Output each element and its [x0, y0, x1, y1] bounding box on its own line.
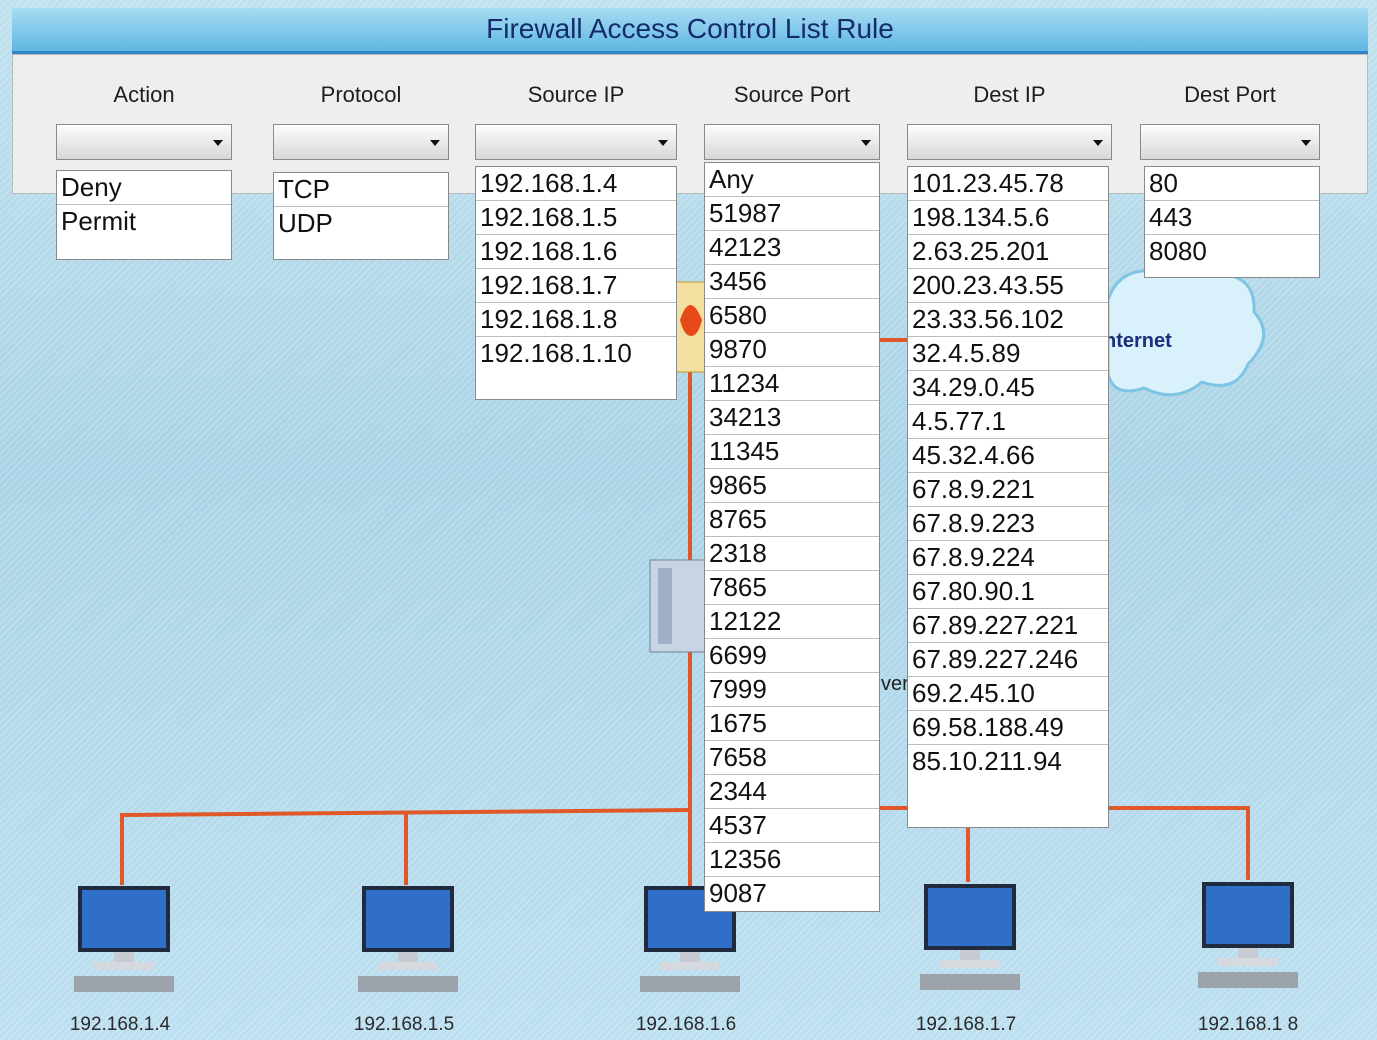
dest-ip-option[interactable]: 67.80.90.1: [908, 575, 1108, 609]
dest-ip-option[interactable]: 67.8.9.224: [908, 541, 1108, 575]
dest-ip-option[interactable]: 67.8.9.221: [908, 473, 1108, 507]
source-ip-option[interactable]: 192.168.1.7: [476, 269, 676, 303]
source-ip-header: Source IP: [527, 82, 625, 107]
firewall-icon: [675, 281, 707, 373]
dest-ip-option[interactable]: 23.33.56.102: [908, 303, 1108, 337]
computer-1-icon: [74, 886, 174, 992]
source-port-option[interactable]: 6699: [705, 639, 879, 673]
source-port-options: Any 51987 42123 3456 6580 9870 11234 342…: [704, 162, 880, 912]
source-port-header: Source Port: [733, 82, 851, 107]
internet-cloud-label: nternet: [1104, 330, 1172, 352]
source-ip-options: 192.168.1.4 192.168.1.5 192.168.1.6 192.…: [475, 166, 677, 400]
dest-ip-option[interactable]: 198.134.5.6: [908, 201, 1108, 235]
source-ip-dropdown[interactable]: [475, 124, 677, 160]
protocol-option[interactable]: TCP: [274, 173, 448, 207]
dest-ip-option[interactable]: 67.89.227.221: [908, 609, 1108, 643]
computer-1-label: 192.168.1.4: [69, 1014, 171, 1035]
source-port-option[interactable]: Any: [705, 163, 879, 197]
source-ip-option[interactable]: 192.168.1.4: [476, 167, 676, 201]
source-port-option[interactable]: 11234: [705, 367, 879, 401]
dest-ip-option[interactable]: 101.23.45.78: [908, 167, 1108, 201]
dest-ip-option[interactable]: 85.10.211.94: [908, 745, 1108, 779]
dest-ip-option[interactable]: 67.89.227.246: [908, 643, 1108, 677]
dest-ip-option[interactable]: 45.32.4.66: [908, 439, 1108, 473]
source-port-option[interactable]: 2318: [705, 537, 879, 571]
cloud-icon: [1106, 261, 1266, 397]
source-port-option[interactable]: 12122: [705, 605, 879, 639]
computer-2-icon: [358, 886, 458, 992]
source-port-option[interactable]: 42123: [705, 231, 879, 265]
dest-port-option[interactable]: 443: [1145, 201, 1319, 235]
source-port-option[interactable]: 9865: [705, 469, 879, 503]
dest-ip-header: Dest IP: [973, 82, 1046, 107]
computer-5-icon: [1198, 882, 1298, 988]
chevron-down-icon: [658, 140, 668, 146]
action-header: Action: [113, 82, 175, 107]
dest-port-options: 80 443 8080: [1144, 166, 1320, 278]
protocol-options: TCP UDP: [273, 172, 449, 260]
dest-port-dropdown[interactable]: [1140, 124, 1320, 160]
dest-ip-option[interactable]: 4.5.77.1: [908, 405, 1108, 439]
computer-4-icon: [920, 884, 1020, 990]
dest-ip-option[interactable]: 200.23.43.55: [908, 269, 1108, 303]
source-port-option[interactable]: 51987: [705, 197, 879, 231]
dest-port-option[interactable]: 8080: [1145, 235, 1319, 269]
source-port-option[interactable]: 7999: [705, 673, 879, 707]
computer-5-label: 192.168.1 8: [1197, 1014, 1299, 1035]
chevron-down-icon: [213, 140, 223, 146]
source-port-option[interactable]: 7865: [705, 571, 879, 605]
action-dropdown[interactable]: [56, 124, 232, 160]
dest-ip-options: 101.23.45.78 198.134.5.6 2.63.25.201 200…: [907, 166, 1109, 828]
computer-3-label: 192.168.1.6: [635, 1014, 737, 1035]
source-port-option[interactable]: 9870: [705, 333, 879, 367]
server-icon: [649, 559, 707, 653]
dest-ip-option[interactable]: 2.63.25.201: [908, 235, 1108, 269]
source-port-option[interactable]: 3456: [705, 265, 879, 299]
dest-ip-dropdown[interactable]: [907, 124, 1112, 160]
source-ip-option[interactable]: 192.168.1.5: [476, 201, 676, 235]
dest-ip-option[interactable]: 69.58.188.49: [908, 711, 1108, 745]
server-label: ver: [881, 673, 909, 695]
source-ip-option[interactable]: 192.168.1.8: [476, 303, 676, 337]
dest-ip-option[interactable]: 34.29.0.45: [908, 371, 1108, 405]
source-port-option[interactable]: 6580: [705, 299, 879, 333]
source-port-option[interactable]: 34213: [705, 401, 879, 435]
protocol-dropdown[interactable]: [273, 124, 449, 160]
chevron-down-icon: [1093, 140, 1103, 146]
dest-port-header: Dest Port: [1184, 82, 1276, 107]
computer-4-label: 192.168.1.7: [915, 1014, 1017, 1035]
source-port-option[interactable]: 7658: [705, 741, 879, 775]
chevron-down-icon: [430, 140, 440, 146]
protocol-option[interactable]: UDP: [274, 207, 448, 241]
action-options: Deny Permit: [56, 170, 232, 260]
dest-ip-option[interactable]: 69.2.45.10: [908, 677, 1108, 711]
dest-ip-option[interactable]: 32.4.5.89: [908, 337, 1108, 371]
source-port-option[interactable]: 8765: [705, 503, 879, 537]
source-port-option[interactable]: 1675: [705, 707, 879, 741]
action-option[interactable]: Deny: [57, 171, 231, 205]
dest-port-option[interactable]: 80: [1145, 167, 1319, 201]
source-port-option[interactable]: 12356: [705, 843, 879, 877]
chevron-down-icon: [1301, 140, 1311, 146]
source-ip-option[interactable]: 192.168.1.10: [476, 337, 676, 371]
source-port-dropdown[interactable]: [704, 124, 880, 160]
computer-2-label: 192.168.1.5: [353, 1014, 455, 1035]
dest-ip-option[interactable]: 67.8.9.223: [908, 507, 1108, 541]
source-ip-option[interactable]: 192.168.1.6: [476, 235, 676, 269]
source-port-option[interactable]: 4537: [705, 809, 879, 843]
action-option[interactable]: Permit: [57, 205, 231, 239]
protocol-header: Protocol: [320, 82, 402, 107]
window-title: Firewall Access Control List Rule: [12, 8, 1368, 54]
source-port-option[interactable]: 9087: [705, 877, 879, 911]
chevron-down-icon: [861, 140, 871, 146]
source-port-option[interactable]: 2344: [705, 775, 879, 809]
source-port-option[interactable]: 11345: [705, 435, 879, 469]
